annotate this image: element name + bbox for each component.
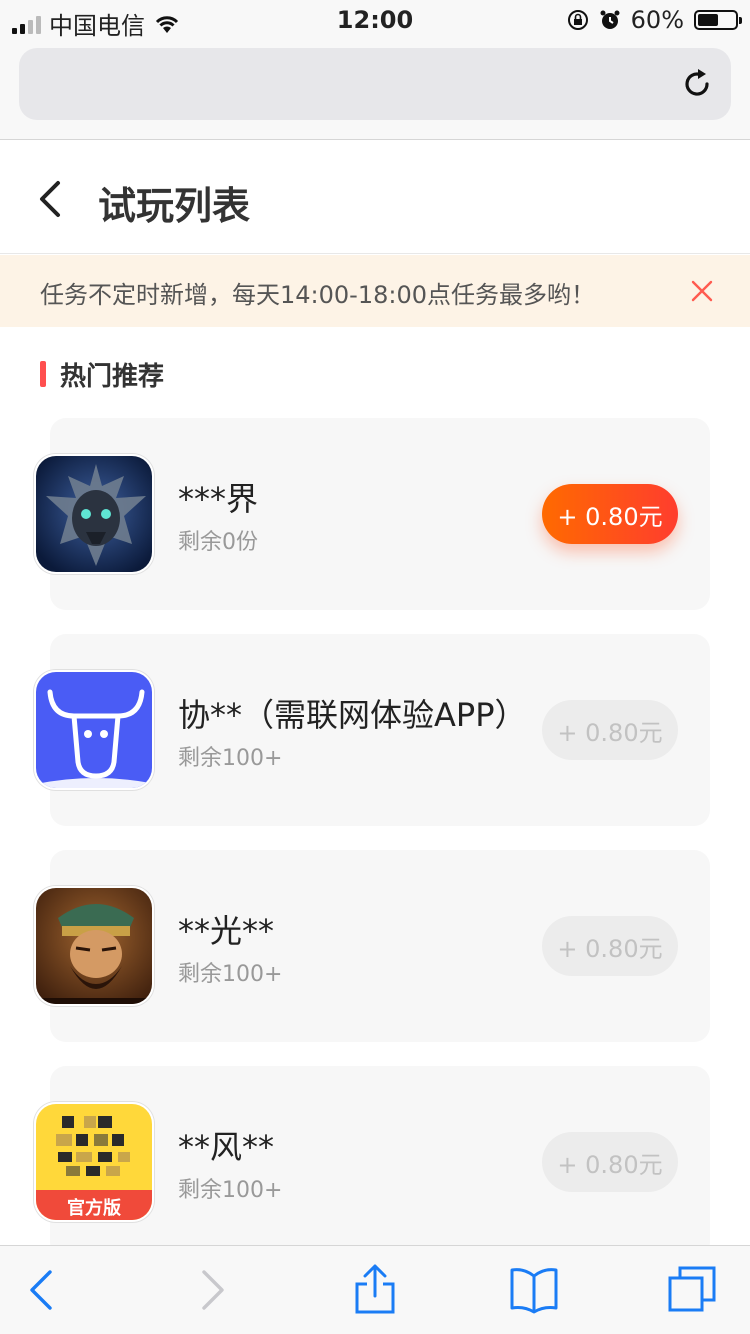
task-remaining: 剩余100+: [178, 962, 283, 987]
task-card[interactable]: 官方版 **风** 剩余100+ + 0.80元: [34, 1066, 710, 1258]
task-name: **风**: [178, 1128, 275, 1166]
task-remaining: 剩余100+: [178, 1178, 283, 1203]
reward-button[interactable]: + 0.80元: [542, 916, 678, 976]
back-icon[interactable]: [16, 1264, 68, 1316]
task-name: **光**: [178, 912, 275, 950]
task-name: ***界: [178, 480, 259, 518]
notice-banner: 任务不定时新增，每天14:00-18:00点任务最多哟！: [0, 255, 750, 327]
task-card[interactable]: **光** 剩余100+ + 0.80元: [34, 850, 710, 1042]
task-remaining: 剩余100+: [178, 746, 283, 771]
forward-icon[interactable]: [186, 1264, 238, 1316]
bull-head-app-icon: [34, 670, 154, 790]
icon-badge-label: 官方版: [67, 1198, 121, 1219]
section-header: 热门推荐: [40, 356, 164, 392]
alarm-icon: [600, 10, 620, 29]
page-header: 试玩列表: [0, 141, 750, 254]
chevron-left-icon[interactable]: [36, 179, 64, 219]
bookmarks-icon[interactable]: [508, 1264, 560, 1316]
task-name: 协**（需联网体验APP）: [178, 696, 527, 734]
battery-icon: [694, 10, 742, 30]
task-card[interactable]: 协**（需联网体验APP） 剩余100+ + 0.80元: [34, 634, 710, 826]
tabs-icon[interactable]: [666, 1264, 718, 1316]
close-icon[interactable]: [690, 279, 714, 303]
status-right: 60%: [567, 6, 742, 34]
status-bar: 中国电信 12:00 60%: [0, 0, 750, 40]
browser-toolbar: [0, 1245, 750, 1334]
dark-knight-game-icon: [34, 454, 154, 574]
section-accent-bar: [40, 361, 46, 387]
reward-button[interactable]: + 0.80元: [542, 1132, 678, 1192]
browser-address-area: [0, 40, 750, 140]
url-bar[interactable]: [19, 48, 731, 120]
share-icon[interactable]: [349, 1264, 401, 1316]
battery-fill: [698, 14, 718, 26]
battery-percent: 60%: [630, 6, 684, 34]
warrior-game-icon: [34, 886, 154, 1006]
reward-button[interactable]: + 0.80元: [542, 484, 678, 544]
page-title: 试玩列表: [98, 184, 251, 228]
reward-button[interactable]: + 0.80元: [542, 700, 678, 760]
task-card[interactable]: ***界 剩余0份 + 0.80元: [34, 418, 710, 610]
notice-text: 任务不定时新增，每天14:00-18:00点任务最多哟！: [40, 281, 595, 309]
task-remaining: 剩余0份: [178, 530, 258, 555]
yellow-app-icon: 官方版: [34, 1102, 154, 1222]
rotation-lock-icon: [567, 10, 588, 30]
section-title: 热门推荐: [60, 361, 165, 392]
reload-icon[interactable]: [679, 66, 715, 102]
